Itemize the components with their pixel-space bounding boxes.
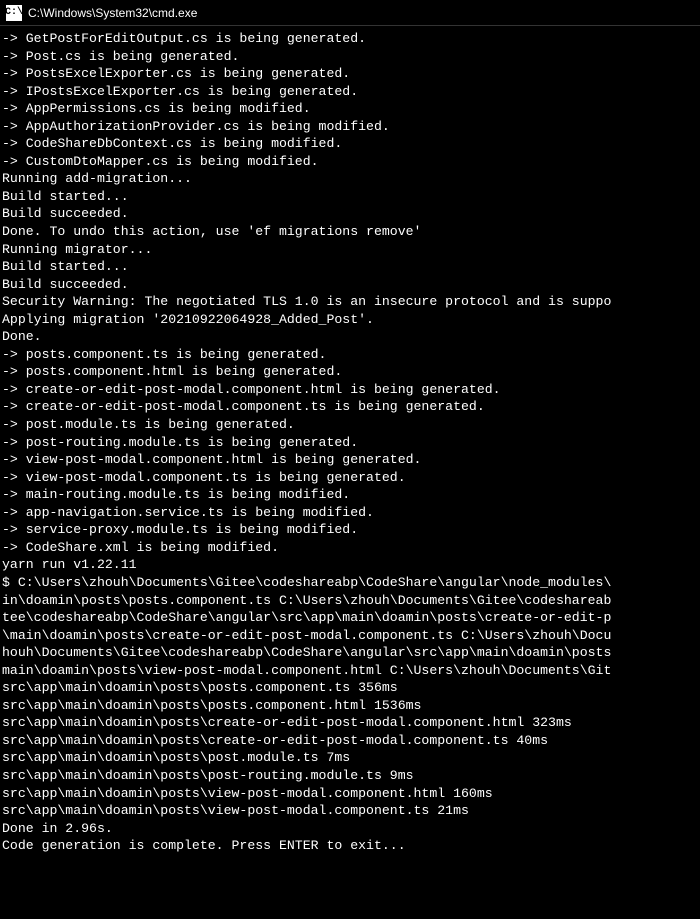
terminal-line: Code generation is complete. Press ENTER… — [2, 837, 698, 855]
terminal-line: Security Warning: The negotiated TLS 1.0… — [2, 293, 698, 311]
terminal-line: Build started... — [2, 258, 698, 276]
terminal-line: $ C:\Users\zhouh\Documents\Gitee\codesha… — [2, 574, 698, 592]
terminal-line: Applying migration '20210922064928_Added… — [2, 311, 698, 329]
terminal-line: -> posts.component.ts is being generated… — [2, 346, 698, 364]
terminal-line: -> AppPermissions.cs is being modified. — [2, 100, 698, 118]
terminal-line: -> create-or-edit-post-modal.component.h… — [2, 381, 698, 399]
terminal-line: yarn run v1.22.11 — [2, 556, 698, 574]
terminal-line: houh\Documents\Gitee\codeshareabp\CodeSh… — [2, 644, 698, 662]
cmd-icon: C:\ — [6, 5, 22, 21]
terminal-line: -> app-navigation.service.ts is being mo… — [2, 504, 698, 522]
terminal-line: -> CustomDtoMapper.cs is being modified. — [2, 153, 698, 171]
terminal-line: Running add-migration... — [2, 170, 698, 188]
terminal-line: Done. To undo this action, use 'ef migra… — [2, 223, 698, 241]
terminal-line: main\doamin\posts\view-post-modal.compon… — [2, 662, 698, 680]
terminal-line: -> post.module.ts is being generated. — [2, 416, 698, 434]
terminal-line: -> view-post-modal.component.html is bei… — [2, 451, 698, 469]
terminal-line: -> PostsExcelExporter.cs is being genera… — [2, 65, 698, 83]
terminal-line: Running migrator... — [2, 241, 698, 259]
terminal-line: -> create-or-edit-post-modal.component.t… — [2, 398, 698, 416]
terminal-line: src\app\main\doamin\posts\create-or-edit… — [2, 714, 698, 732]
terminal-line: src\app\main\doamin\posts\posts.componen… — [2, 679, 698, 697]
terminal-line: -> CodeShare.xml is being modified. — [2, 539, 698, 557]
terminal-line: -> Post.cs is being generated. — [2, 48, 698, 66]
terminal-line: in\doamin\posts\posts.component.ts C:\Us… — [2, 592, 698, 610]
terminal-line: -> post-routing.module.ts is being gener… — [2, 434, 698, 452]
terminal-line: Done in 2.96s. — [2, 820, 698, 838]
terminal-line: tee\codeshareabp\CodeShare\angular\src\a… — [2, 609, 698, 627]
terminal-line: Build succeeded. — [2, 276, 698, 294]
terminal-line: \main\doamin\posts\create-or-edit-post-m… — [2, 627, 698, 645]
terminal-line: -> AppAuthorizationProvider.cs is being … — [2, 118, 698, 136]
terminal-line: src\app\main\doamin\posts\post.module.ts… — [2, 749, 698, 767]
terminal-line: -> GetPostForEditOutput.cs is being gene… — [2, 30, 698, 48]
terminal-line: src\app\main\doamin\posts\posts.componen… — [2, 697, 698, 715]
terminal-line: src\app\main\doamin\posts\view-post-moda… — [2, 802, 698, 820]
terminal-line: -> view-post-modal.component.ts is being… — [2, 469, 698, 487]
terminal-line: Build started... — [2, 188, 698, 206]
terminal-line: -> IPostsExcelExporter.cs is being gener… — [2, 83, 698, 101]
window-title: C:\Windows\System32\cmd.exe — [28, 6, 197, 20]
terminal-line: -> CodeShareDbContext.cs is being modifi… — [2, 135, 698, 153]
terminal-line: -> main-routing.module.ts is being modif… — [2, 486, 698, 504]
terminal-line: Done. — [2, 328, 698, 346]
terminal-line: src\app\main\doamin\posts\post-routing.m… — [2, 767, 698, 785]
terminal-line: src\app\main\doamin\posts\view-post-moda… — [2, 785, 698, 803]
terminal-output[interactable]: -> GetPostForEditOutput.cs is being gene… — [0, 26, 700, 859]
terminal-line: -> service-proxy.module.ts is being modi… — [2, 521, 698, 539]
terminal-line: -> posts.component.html is being generat… — [2, 363, 698, 381]
window-titlebar[interactable]: C:\ C:\Windows\System32\cmd.exe — [0, 0, 700, 26]
terminal-line: Build succeeded. — [2, 205, 698, 223]
terminal-line: src\app\main\doamin\posts\create-or-edit… — [2, 732, 698, 750]
